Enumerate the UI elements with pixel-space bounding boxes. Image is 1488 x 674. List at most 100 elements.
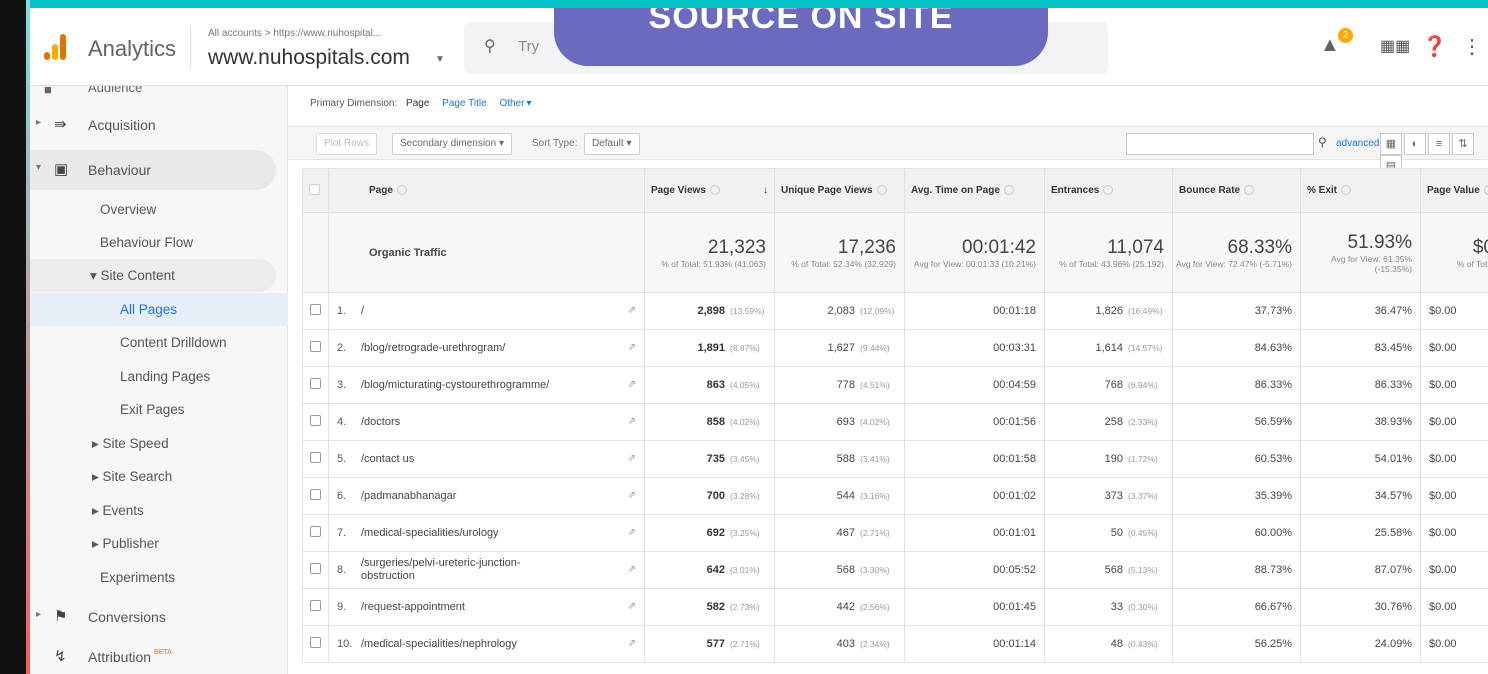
sidebar-item-conversions[interactable]: ▸ ⚑ Conversions: [30, 600, 288, 634]
sidebar-item-experiments[interactable]: Experiments: [30, 561, 288, 594]
page-link[interactable]: /: [361, 305, 364, 318]
bounce-rate-cell: 84.63%: [1172, 329, 1301, 367]
bell-icon[interactable]: ▲: [1320, 34, 1340, 57]
exit-cell: 36.47%: [1300, 292, 1421, 330]
dimension-page[interactable]: Page: [406, 98, 429, 109]
sidebar-item-label: Audience: [88, 86, 143, 95]
table-filter-input[interactable]: [1126, 133, 1314, 155]
page-link[interactable]: /surgeries/pelvi-ureteric-junction-obstr…: [361, 557, 561, 583]
row-checkbox[interactable]: [310, 600, 321, 611]
open-page-icon[interactable]: ⇗: [628, 527, 636, 538]
page-link[interactable]: /doctors: [361, 416, 400, 429]
column-header-unique-page-views[interactable]: Unique Page Views: [774, 168, 905, 213]
exit-cell: 34.57%: [1300, 477, 1421, 515]
page-link[interactable]: /medical-specialities/urology: [361, 527, 499, 540]
performance-view-icon[interactable]: ≡: [1428, 133, 1450, 155]
open-page-icon[interactable]: ⇗: [628, 416, 636, 427]
pie-view-icon[interactable]: ◐: [1404, 133, 1426, 155]
row-checkbox[interactable]: [310, 452, 321, 463]
unique-page-views-value: 2,083: [827, 305, 855, 317]
page-views-value: 577: [706, 638, 725, 650]
row-checkbox[interactable]: [310, 415, 321, 426]
row-checkbox[interactable]: [310, 563, 321, 574]
open-page-icon[interactable]: ⇗: [628, 638, 636, 649]
account-selector[interactable]: www.nuhospitals.com: [208, 46, 410, 70]
account-breadcrumb[interactable]: All accounts > https://www.nuhospital...: [208, 28, 381, 39]
page-link[interactable]: /request-appointment: [361, 601, 465, 614]
table-view-icon[interactable]: ▦: [1380, 133, 1402, 155]
source-on-site-banner: SOURCE ON SITE: [554, 8, 1048, 66]
sidebar-item-exit-pages[interactable]: Exit Pages: [30, 393, 288, 426]
sort-type-dropdown[interactable]: Default ▾: [584, 133, 640, 155]
open-page-icon[interactable]: ⇗: [628, 342, 636, 353]
open-page-icon[interactable]: ⇗: [628, 379, 636, 390]
page-link[interactable]: /padmanabhanagar: [361, 490, 456, 503]
row-checkbox[interactable]: [310, 304, 321, 315]
row-checkbox[interactable]: [310, 526, 321, 537]
column-header-page-views[interactable]: Page Views ↓: [644, 168, 775, 213]
exit-cell: 87.07%: [1300, 551, 1421, 589]
page-link[interactable]: /blog/micturating-cystourethrogramme/: [361, 379, 549, 392]
sidebar-item-publisher[interactable]: ▸ Publisher: [30, 527, 288, 560]
column-header-entrances[interactable]: Entrances: [1044, 168, 1173, 213]
page-link[interactable]: /contact us: [361, 453, 414, 466]
sidebar-item-site-search[interactable]: ▸ Site Search: [30, 460, 288, 493]
column-header-bounce-rate[interactable]: Bounce Rate: [1172, 168, 1301, 213]
row-checkbox[interactable]: [310, 489, 321, 500]
open-page-icon[interactable]: ⇗: [628, 453, 636, 464]
table-row: 6. /padmanabhanagar ⇗ 700 (3.28%) 544 (3.16%) 0…: [302, 477, 1488, 515]
secondary-dimension-dropdown[interactable]: Secondary dimension ▾: [392, 133, 512, 155]
row-checkbox[interactable]: [310, 637, 321, 648]
column-header-page-value[interactable]: Page Value: [1420, 168, 1488, 213]
page-value-cell: $0.00: [1420, 477, 1488, 515]
bounce-rate-cell: 37.73%: [1172, 292, 1301, 330]
search-icon[interactable]: ⚲: [1318, 135, 1327, 149]
entrances-cell: 373 (3.37%): [1044, 477, 1173, 515]
row-checkbox[interactable]: [310, 341, 321, 352]
sidebar-item-audience[interactable]: ■ Audience: [30, 86, 288, 102]
total-sub: % of Total: [1456, 258, 1488, 269]
page-views-cell: 582 (2.73%): [644, 588, 775, 626]
unique-page-views-pct: (9.44%): [860, 343, 890, 353]
column-header-page[interactable]: Page: [328, 168, 645, 213]
column-header-exit[interactable]: % Exit: [1300, 168, 1421, 213]
open-page-icon[interactable]: ⇗: [628, 490, 636, 501]
page-link[interactable]: /medical-specialities/nephrology: [361, 638, 517, 651]
page-views-cell: 735 (3.45%): [644, 440, 775, 478]
open-page-icon[interactable]: ⇗: [628, 601, 636, 612]
sidebar-item-acquisition[interactable]: ▸ ⇛ Acquisition: [30, 108, 288, 142]
sidebar-item-content-drilldown[interactable]: Content Drilldown: [30, 326, 288, 359]
total-page-value: $0% of Total: [1420, 212, 1488, 293]
total-sub: Avg for View: 72.47% (-5.71%): [1176, 258, 1292, 269]
chevron-down-icon[interactable]: ▼: [435, 54, 445, 65]
apps-grid-icon[interactable]: ▦▦: [1380, 36, 1410, 56]
analytics-logo-icon[interactable]: [44, 32, 68, 60]
sidebar-item-site-content[interactable]: ▾ Site Content: [30, 259, 276, 292]
column-header-avg-time[interactable]: Avg. Time on Page: [904, 168, 1045, 213]
sidebar-item-events[interactable]: ▸ Events: [30, 494, 288, 527]
dimension-page-title[interactable]: Page Title: [442, 98, 486, 109]
page-link[interactable]: /blog/retrograde-urethrogram/: [361, 342, 505, 355]
sidebar-item-attribution[interactable]: ↯ Attribution BETA: [30, 640, 288, 674]
dimension-other[interactable]: Other: [499, 98, 524, 109]
open-page-icon[interactable]: ⇗: [628, 564, 636, 575]
open-page-icon[interactable]: ⇗: [628, 305, 636, 316]
row-index: 9.: [337, 600, 347, 613]
sidebar-item-behaviour-flow[interactable]: Behaviour Flow: [30, 226, 288, 259]
sidebar-item-behaviour[interactable]: ▾ ▣ Behaviour: [30, 150, 276, 190]
total-value: 00:01:42: [962, 236, 1036, 258]
sidebar-item-site-speed[interactable]: ▸ Site Speed: [30, 427, 288, 460]
row-checkbox[interactable]: [310, 378, 321, 389]
sidebar-item-overview[interactable]: Overview: [30, 193, 288, 226]
page-cell: 10. /medical-specialities/nephrology ⇗: [328, 625, 645, 663]
page-value-cell: $0.00: [1420, 440, 1488, 478]
select-all-checkbox[interactable]: [309, 183, 320, 195]
advanced-filter-link[interactable]: advanced: [1336, 138, 1379, 149]
sidebar-item-all-pages[interactable]: All Pages: [30, 293, 288, 326]
help-icon[interactable]: ❓: [1422, 34, 1447, 59]
sidebar-item-landing-pages[interactable]: Landing Pages: [30, 360, 288, 393]
more-vert-icon[interactable]: ⋮: [1462, 34, 1482, 59]
slide-frame: Analytics All accounts > https://www.nuh…: [0, 0, 1488, 674]
comparison-view-icon[interactable]: ⇅: [1452, 133, 1474, 155]
plot-rows-button[interactable]: Plot Rows: [316, 133, 378, 155]
